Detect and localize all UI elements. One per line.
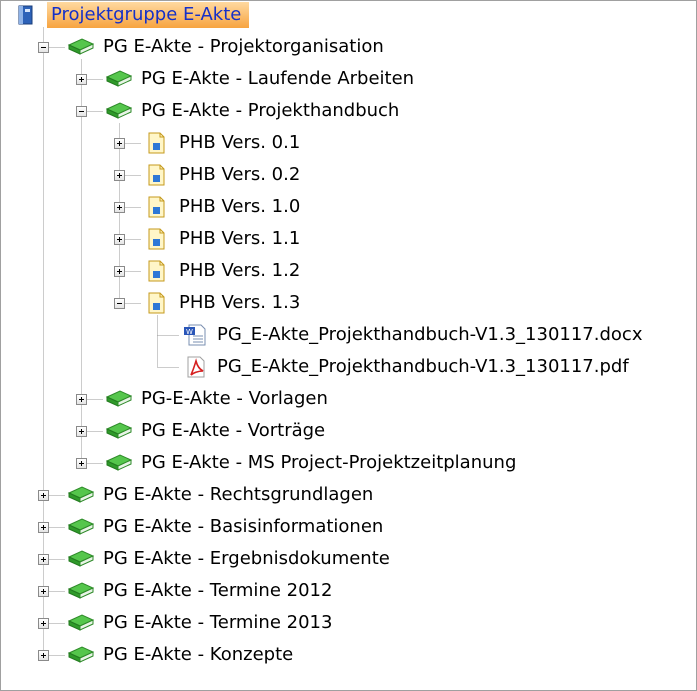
tree-node-label: PHB Vers. 1.2 — [179, 260, 301, 281]
expand-toggle-icon[interactable] — [38, 490, 49, 501]
expand-toggle-icon[interactable] — [114, 170, 125, 181]
tree-node-pg-e-akte-projekthandbuch-v1-3-130117-pdf[interactable]: PG_E-Akte_Projekthandbuch-V1.3_130117.pd… — [181, 351, 631, 383]
tree-node-label: PG E-Akte - Termine 2013 — [103, 612, 333, 633]
tree-node-phb-vers-0-1[interactable]: PHB Vers. 0.1 — [143, 127, 302, 159]
yellow-file-icon — [143, 292, 171, 314]
tree-node-pg-e-akte-projekthandbuch[interactable]: PG E-Akte - Projekthandbuch — [105, 95, 401, 127]
tree-node-pg-e-akte-termine-2012[interactable]: PG E-Akte - Termine 2012 — [67, 575, 334, 607]
pdf-document-icon — [181, 356, 209, 378]
tree-node-phb-vers-1-0[interactable]: PHB Vers. 1.0 — [143, 191, 302, 223]
expand-toggle-icon[interactable] — [114, 266, 125, 277]
tree-node-pg-e-akte-ms-project-projektzeitplanung[interactable]: PG E-Akte - MS Project-Projektzeitplanun… — [105, 447, 518, 479]
collapse-toggle-icon[interactable] — [76, 106, 87, 117]
green-book-icon — [105, 68, 133, 90]
tree-node-label: Projektgruppe E-Akte — [47, 2, 250, 28]
tree-node-pg-e-akte-vorlagen[interactable]: PG-E-Akte - Vorlagen — [105, 383, 330, 415]
tree-view[interactable]: Projektgruppe E-Akte PG E-Akte - Projekto… — [0, 0, 697, 691]
tree-node-label: PHB Vers. 1.0 — [179, 196, 301, 217]
green-book-icon — [105, 420, 133, 442]
tree-node-phb-vers-1-3[interactable]: PHB Vers. 1.3 — [143, 287, 302, 319]
collapse-toggle-icon[interactable] — [114, 298, 125, 309]
tree-node-pg-e-akte-rechtsgrundlagen[interactable]: PG E-Akte - Rechtsgrundlagen — [67, 479, 375, 511]
expand-toggle-icon[interactable] — [76, 394, 87, 405]
green-book-icon — [105, 100, 133, 122]
tree-node-label: PHB Vers. 0.2 — [179, 164, 301, 185]
tree-node-label: PG E-Akte - Projektorganisation — [103, 36, 384, 57]
green-book-icon — [67, 548, 95, 570]
tree-node-label: PG E-Akte - Termine 2012 — [103, 580, 333, 601]
yellow-file-icon — [143, 260, 171, 282]
tree-node-label: PHB Vers. 1.3 — [179, 292, 301, 313]
expand-toggle-icon[interactable] — [114, 234, 125, 245]
green-book-icon — [67, 516, 95, 538]
word-document-icon: W — [181, 324, 209, 346]
green-book-icon — [105, 388, 133, 410]
tree-node-label: PG_E-Akte_Projekthandbuch-V1.3_130117.do… — [217, 324, 643, 345]
tree-node-pg-e-akte-basisinformationen[interactable]: PG E-Akte - Basisinformationen — [67, 511, 385, 543]
tree-node-label: PG E-Akte - MS Project-Projektzeitplanun… — [141, 452, 517, 473]
expand-toggle-icon[interactable] — [38, 618, 49, 629]
yellow-file-icon — [143, 132, 171, 154]
tree-node-label: PG E-Akte - Laufende Arbeiten — [141, 68, 415, 89]
expand-toggle-icon[interactable] — [76, 426, 87, 437]
tree-node-label: PG E-Akte - Basisinformationen — [103, 516, 384, 537]
green-book-icon — [67, 644, 95, 666]
tree-node-label: PHB Vers. 0.1 — [179, 132, 301, 153]
green-book-icon — [67, 580, 95, 602]
green-book-icon — [67, 36, 95, 58]
tree-node-label: PG E-Akte - Projekthandbuch — [141, 100, 400, 121]
tree-node-phb-vers-1-1[interactable]: PHB Vers. 1.1 — [143, 223, 302, 255]
expand-toggle-icon[interactable] — [114, 202, 125, 213]
tree-node-phb-vers-1-2[interactable]: PHB Vers. 1.2 — [143, 255, 302, 287]
tree-node-pg-e-akte-ergebnisdokumente[interactable]: PG E-Akte - Ergebnisdokumente — [67, 543, 392, 575]
tree-root-node[interactable]: Projektgruppe E-Akte — [11, 1, 250, 31]
yellow-file-icon — [143, 196, 171, 218]
tree-node-label: PG E-Akte - Vorträge — [141, 420, 326, 441]
tree-node-label: PG E-Akte - Ergebnisdokumente — [103, 548, 390, 569]
tree-node-label: PG E-Akte - Rechtsgrundlagen — [103, 484, 374, 505]
tree-node-label: PHB Vers. 1.1 — [179, 228, 301, 249]
tree-node-pg-e-akte-termine-2013[interactable]: PG E-Akte - Termine 2013 — [67, 607, 334, 639]
tree-node-phb-vers-0-2[interactable]: PHB Vers. 0.2 — [143, 159, 302, 191]
green-book-icon — [105, 452, 133, 474]
yellow-file-icon — [143, 164, 171, 186]
expand-toggle-icon[interactable] — [38, 554, 49, 565]
expand-toggle-icon[interactable] — [76, 458, 87, 469]
svg-text:W: W — [186, 328, 193, 336]
tree-node-label: PG-E-Akte - Vorlagen — [141, 388, 328, 409]
green-book-icon — [67, 612, 95, 634]
expand-toggle-icon[interactable] — [38, 650, 49, 661]
expand-toggle-icon[interactable] — [76, 74, 87, 85]
expand-toggle-icon[interactable] — [114, 138, 125, 149]
yellow-file-icon — [143, 228, 171, 250]
tree-node-pg-e-akte-laufende-arbeiten[interactable]: PG E-Akte - Laufende Arbeiten — [105, 63, 416, 95]
tree-node-label: PG_E-Akte_Projekthandbuch-V1.3_130117.pd… — [217, 356, 629, 377]
expand-toggle-icon[interactable] — [38, 522, 49, 533]
binder-icon — [11, 4, 39, 26]
tree-node-pg-e-akte-konzepte[interactable]: PG E-Akte - Konzepte — [67, 639, 295, 671]
tree-node-label: PG E-Akte - Konzepte — [103, 644, 294, 665]
tree-node-pg-e-akte-projekthandbuch-v1-3-130117-docx[interactable]: W PG_E-Akte_Projekthandbuch-V1.3_130117.d… — [181, 319, 644, 351]
tree-node-pg-e-akte-vortr-ge[interactable]: PG E-Akte - Vorträge — [105, 415, 327, 447]
collapse-toggle-icon[interactable] — [38, 42, 49, 53]
green-book-icon — [67, 484, 95, 506]
expand-toggle-icon[interactable] — [38, 586, 49, 597]
tree-node-pg-e-akte-projektorganisation[interactable]: PG E-Akte - Projektorganisation — [67, 31, 386, 63]
